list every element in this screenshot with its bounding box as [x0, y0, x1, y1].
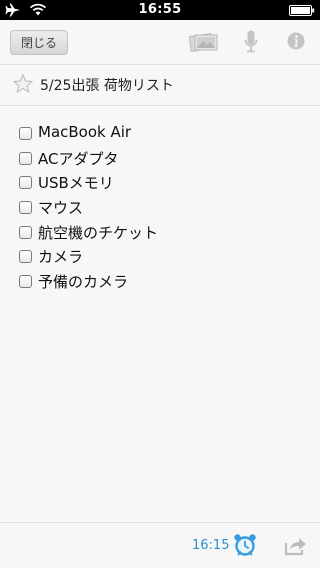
- close-button[interactable]: 閉じる: [10, 30, 68, 55]
- checklist-item-label[interactable]: ACアダプタ: [38, 148, 118, 169]
- star-icon[interactable]: [13, 74, 33, 94]
- checklist-item: 予備のカメラ: [0, 270, 320, 295]
- checklist-item-label[interactable]: MacBook Air: [38, 123, 131, 141]
- checklist-item: マウス: [0, 196, 320, 221]
- checklist: MacBook Air ACアダプタ USBメモリ マウス 航空機のチケット カ…: [0, 122, 320, 295]
- title-row: 5/25出張 荷物リスト: [0, 65, 320, 106]
- checklist-item-label[interactable]: カメラ: [38, 246, 83, 267]
- status-bar: 16:55: [0, 0, 320, 20]
- toolbar: 閉じる: [0, 20, 320, 65]
- checkbox[interactable]: [19, 151, 32, 165]
- battery-icon: [289, 5, 315, 16]
- checklist-item: ACアダプタ: [0, 147, 320, 172]
- checklist-item: カメラ: [0, 245, 320, 270]
- photo-icon[interactable]: [189, 32, 219, 52]
- checkbox[interactable]: [19, 225, 32, 239]
- checklist-item-label[interactable]: マウス: [38, 197, 83, 218]
- checkbox[interactable]: [19, 127, 32, 140]
- checklist-item-label[interactable]: 予備のカメラ: [38, 271, 128, 292]
- note-screen: 16:55 閉じる 5/25出張 荷物リスト MacBook Air ACアダプ…: [0, 0, 320, 568]
- bottom-bar: 16:15: [0, 522, 320, 568]
- status-time: 16:55: [138, 2, 182, 17]
- checklist-item-label[interactable]: 航空機のチケット: [38, 222, 158, 243]
- checkbox[interactable]: [19, 250, 32, 264]
- note-title[interactable]: 5/25出張 荷物リスト: [40, 75, 174, 95]
- microphone-icon[interactable]: [244, 30, 258, 54]
- checkbox[interactable]: [19, 176, 32, 190]
- checklist-item: 航空機のチケット: [0, 221, 320, 246]
- checkbox[interactable]: [19, 275, 32, 289]
- share-icon[interactable]: [284, 536, 308, 556]
- alarm-clock-icon[interactable]: [233, 533, 257, 557]
- checkbox[interactable]: [19, 201, 32, 215]
- info-icon[interactable]: [287, 32, 305, 50]
- reminder-time[interactable]: 16:15: [192, 538, 229, 553]
- checklist-item: MacBook Air: [0, 122, 320, 147]
- checklist-item: USBメモリ: [0, 171, 320, 196]
- checklist-item-label[interactable]: USBメモリ: [38, 172, 114, 193]
